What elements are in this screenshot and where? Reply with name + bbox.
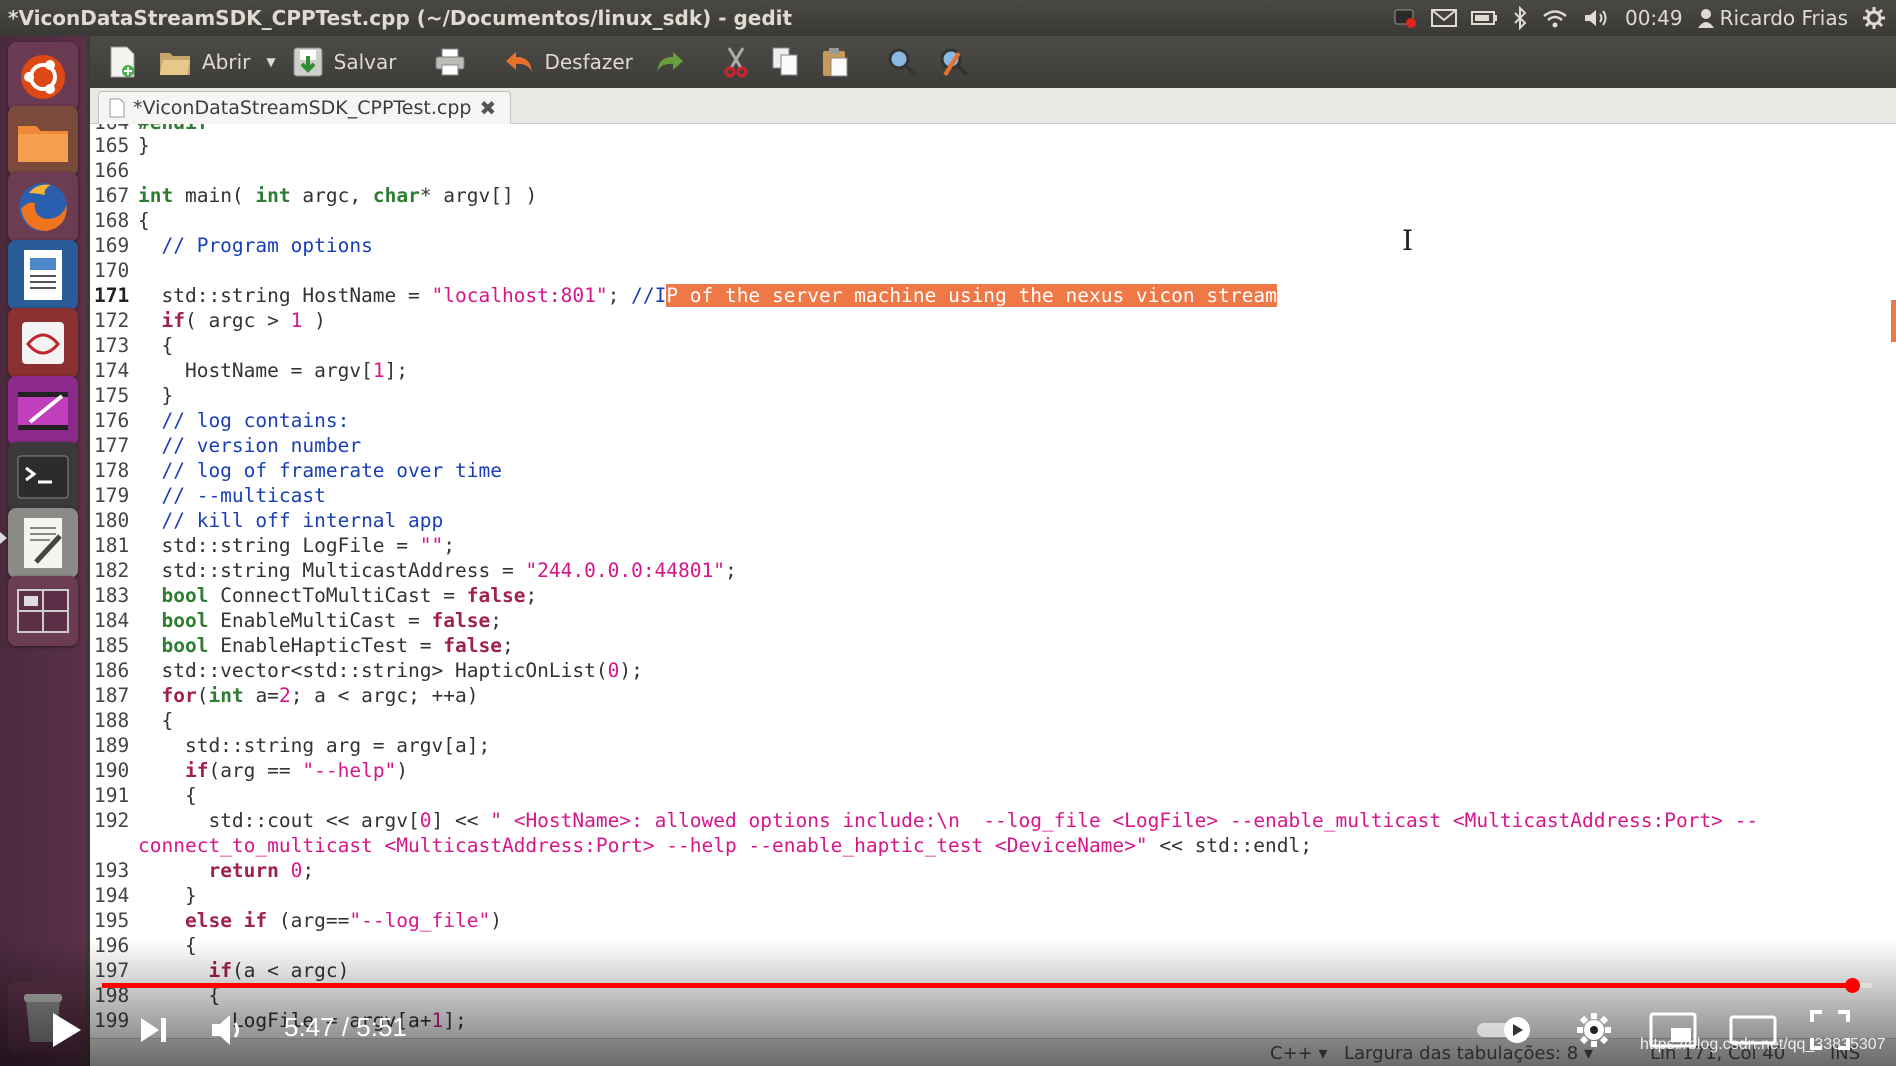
text-editor-icon xyxy=(24,518,62,568)
close-tab-icon[interactable]: ✖ xyxy=(479,96,496,120)
paste-clipboard-icon xyxy=(822,48,848,77)
undo-label: Desfazer xyxy=(544,50,633,74)
code-editor[interactable]: 164#endif 165} 166 167int main( int argc… xyxy=(90,124,1896,1038)
undo-arrow-icon xyxy=(506,52,533,72)
mail-icon[interactable] xyxy=(1430,8,1457,28)
firefox-launcher[interactable] xyxy=(8,172,78,242)
search-icon xyxy=(888,48,917,77)
autoplay-toggle-icon xyxy=(1477,1017,1530,1043)
save-label: Salvar xyxy=(333,50,397,74)
video-time-display: 5:47 / 5:51 xyxy=(284,1012,407,1043)
paste-button[interactable] xyxy=(813,41,857,83)
chevron-down-icon: ▼ xyxy=(266,55,276,69)
top-panel: *ViconDataStreamSDK_CPPTest.cpp (~/Docum… xyxy=(0,0,1896,36)
user-icon xyxy=(1697,9,1714,28)
search-button[interactable] xyxy=(879,41,925,83)
watermark-url: https://blog.csdn.net/qq_33835307 xyxy=(1640,1036,1886,1053)
user-menu[interactable]: Ricardo Frias xyxy=(1697,6,1848,30)
bluetooth-icon[interactable] xyxy=(1513,6,1527,30)
battery-icon[interactable] xyxy=(1470,9,1499,27)
new-document-icon xyxy=(110,46,135,78)
document-viewer-icon xyxy=(22,322,64,364)
document-tabbar: *ViconDataStreamSDK_CPPTest.cpp ✖ xyxy=(90,88,1896,124)
active-app-indicator xyxy=(0,532,7,544)
video-scrubber-handle[interactable] xyxy=(1844,978,1860,993)
text-selection: P of the server machine using the nexus … xyxy=(666,284,1277,307)
play-button[interactable] xyxy=(44,1008,88,1052)
cut-button[interactable] xyxy=(715,41,757,83)
terminal-icon xyxy=(17,455,69,499)
terminal-launcher[interactable] xyxy=(8,442,78,512)
language-selector[interactable]: C++ ▾ xyxy=(1270,1043,1328,1064)
open-label: Abrir xyxy=(202,50,251,74)
ubuntu-dash-button[interactable] xyxy=(8,42,78,112)
files-launcher[interactable] xyxy=(8,106,78,176)
copy-button[interactable] xyxy=(763,41,807,83)
volume-icon[interactable] xyxy=(1583,7,1611,29)
video-progress-bar[interactable] xyxy=(102,978,1872,993)
autoplay-toggle[interactable] xyxy=(1474,1008,1534,1052)
settings-button[interactable] xyxy=(1572,1008,1616,1052)
indicator-area: 00:49 Ricardo Frias xyxy=(1393,4,1886,32)
print-button[interactable] xyxy=(426,41,474,83)
settings-gear-icon xyxy=(1577,1013,1611,1047)
record-icon[interactable] xyxy=(1393,7,1417,29)
save-button[interactable]: Salvar xyxy=(284,41,405,83)
redo-button[interactable] xyxy=(647,41,693,83)
skip-next-icon xyxy=(141,1018,166,1042)
printer-icon xyxy=(435,48,465,76)
play-icon xyxy=(53,1013,81,1047)
duration: 5:51 xyxy=(356,1012,407,1042)
text-cursor-icon: I xyxy=(1402,224,1414,257)
panel-clock[interactable]: 00:49 xyxy=(1625,6,1683,30)
text-file-icon xyxy=(109,98,125,118)
workspace-switcher-icon xyxy=(17,589,69,633)
video-editor-launcher[interactable] xyxy=(8,376,78,446)
text-editor-launcher[interactable] xyxy=(8,508,78,578)
workspace-switcher-launcher[interactable] xyxy=(8,576,78,646)
scrollbar-thumb[interactable] xyxy=(1891,300,1896,342)
video-progress-played xyxy=(102,983,1852,988)
window-title: *ViconDataStreamSDK_CPPTest.cpp (~/Docum… xyxy=(8,6,793,30)
open-button[interactable]: Abrir xyxy=(150,41,258,83)
document-viewer-launcher[interactable] xyxy=(8,308,78,378)
wifi-icon[interactable] xyxy=(1541,7,1569,29)
ubuntu-logo-icon xyxy=(21,55,65,99)
copy-icon xyxy=(772,47,798,76)
unity-launcher xyxy=(0,36,86,1066)
mute-button[interactable] xyxy=(206,1008,250,1052)
time-separator: / xyxy=(334,1012,357,1042)
search-replace-button[interactable] xyxy=(931,41,977,83)
scissors-icon xyxy=(724,47,748,78)
undo-button[interactable]: Desfazer xyxy=(496,41,640,83)
volume-low-icon xyxy=(212,1015,239,1045)
next-button[interactable] xyxy=(134,1008,174,1052)
search-replace-icon xyxy=(940,48,969,77)
gedit-window: Abrir ▼ Salvar Desfazer *ViconDataStream… xyxy=(90,36,1896,1066)
writer-launcher[interactable] xyxy=(8,240,78,310)
folder-icon xyxy=(18,126,68,162)
document-tab-label: *ViconDataStreamSDK_CPPTest.cpp xyxy=(133,97,472,119)
tab-width-selector[interactable]: Largura das tabulações: 8 ▾ xyxy=(1344,1043,1593,1064)
user-name: Ricardo Frias xyxy=(1719,6,1848,30)
redo-arrow-icon xyxy=(656,52,683,72)
document-tab[interactable]: *ViconDataStreamSDK_CPPTest.cpp ✖ xyxy=(98,91,512,124)
firefox-icon xyxy=(19,183,67,231)
toolbar: Abrir ▼ Salvar Desfazer xyxy=(90,36,1896,88)
power-gear-icon[interactable] xyxy=(1862,6,1886,30)
open-dropdown-button[interactable]: ▼ xyxy=(264,41,277,83)
new-document-button[interactable] xyxy=(100,41,144,83)
video-editor-icon xyxy=(18,392,68,430)
document-icon xyxy=(24,250,62,300)
save-icon xyxy=(293,47,323,77)
open-folder-icon xyxy=(160,53,190,75)
current-time: 5:47 xyxy=(284,1012,335,1042)
